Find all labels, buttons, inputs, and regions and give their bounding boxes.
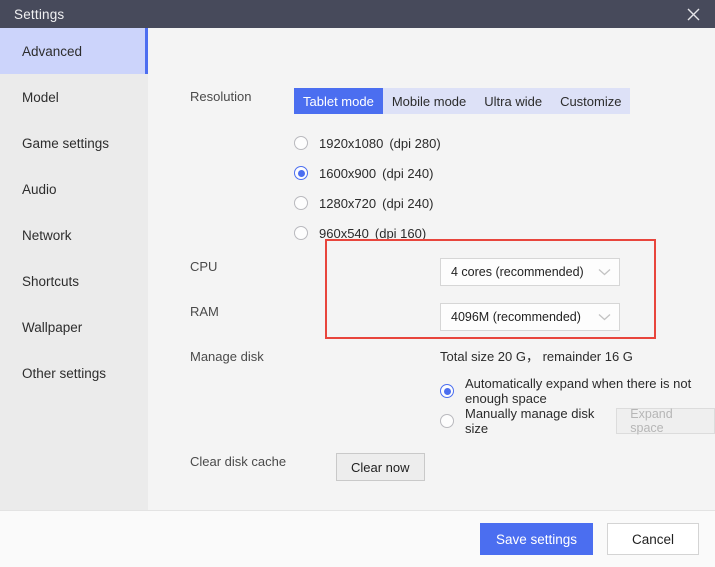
save-settings-button[interactable]: Save settings xyxy=(479,523,593,555)
sidebar-item-label: Shortcuts xyxy=(22,273,80,289)
resolution-option-1920x1080[interactable]: 1920x1080 (dpi 280) xyxy=(294,128,441,158)
close-icon xyxy=(687,8,700,21)
radio-icon xyxy=(294,196,308,210)
resolution-section: Resolution Tablet mode Mobile mode Ultra… xyxy=(190,88,705,114)
tab-tablet-mode[interactable]: Tablet mode xyxy=(294,88,383,114)
ram-select[interactable]: 4096M (recommended) xyxy=(440,303,620,331)
window-body: Advanced Model Game settings Audio Netwo… xyxy=(0,28,715,511)
sidebar-item-label: Audio xyxy=(22,181,57,197)
cpu-select[interactable]: 4 cores (recommended) xyxy=(440,258,620,286)
resolution-options: 1920x1080 (dpi 280) 1600x900 (dpi 240) 128… xyxy=(294,128,441,248)
sidebar-item-label: Advanced xyxy=(22,43,83,59)
sidebar-item-shortcuts[interactable]: Shortcuts xyxy=(0,258,148,304)
sidebar-item-model[interactable]: Model xyxy=(0,74,148,120)
resolution-option-1600x900[interactable]: 1600x900 (dpi 240) xyxy=(294,158,441,188)
sidebar-item-label: Model xyxy=(22,89,59,105)
tab-customize[interactable]: Customize xyxy=(551,88,630,114)
sidebar-item-game-settings[interactable]: Game settings xyxy=(0,120,148,166)
resolution-option-label: 1280x720 (dpi 240) xyxy=(319,195,434,211)
chevron-down-icon xyxy=(598,268,611,276)
sidebar: Advanced Model Game settings Audio Netwo… xyxy=(0,28,148,510)
radio-icon xyxy=(294,226,308,240)
resolution-option-label: 1920x1080 (dpi 280) xyxy=(319,135,441,151)
radio-icon-selected xyxy=(294,166,308,180)
sidebar-item-label: Other settings xyxy=(22,365,107,381)
resolution-mode-tabs: Tablet mode Mobile mode Ultra wide Custo… xyxy=(294,88,631,114)
chevron-down-icon xyxy=(598,313,611,321)
expand-space-button[interactable]: Expand space xyxy=(616,407,715,435)
clear-cache-section: Clear disk cache Clear now xyxy=(190,453,425,481)
settings-content: Resolution Tablet mode Mobile mode Ultra… xyxy=(148,28,715,510)
dialog-footer: Save settings Cancel xyxy=(0,511,715,567)
radio-icon xyxy=(440,414,454,428)
disk-option-label: Manually manage disk size xyxy=(465,406,595,436)
manage-disk-label: Manage disk xyxy=(190,349,264,364)
tab-ultra-wide[interactable]: Ultra wide xyxy=(475,88,551,114)
cpu-label: CPU xyxy=(190,259,218,274)
disk-size-text: Total size 20 G， remainder 16 G xyxy=(440,349,633,364)
clear-now-button[interactable]: Clear now xyxy=(336,453,425,481)
manage-disk-section: Manage disk Total size 20 G， remainder 1… xyxy=(190,348,715,436)
sidebar-item-label: Game settings xyxy=(22,135,110,151)
sidebar-item-label: Wallpaper xyxy=(22,319,83,335)
sidebar-item-advanced[interactable]: Advanced xyxy=(0,28,148,74)
resolution-option-label: 960x540 (dpi 160) xyxy=(319,225,427,241)
radio-icon-selected xyxy=(440,384,454,398)
cpu-select-value: 4 cores (recommended) xyxy=(451,265,584,279)
radio-icon xyxy=(294,136,308,150)
sidebar-item-other-settings[interactable]: Other settings xyxy=(0,350,148,396)
resolution-label: Resolution xyxy=(190,89,252,104)
title-bar: Settings xyxy=(0,0,715,28)
clear-cache-label: Clear disk cache xyxy=(190,454,287,469)
ram-label: RAM xyxy=(190,304,219,319)
cpu-section: CPU 4 cores (recommended) xyxy=(190,258,620,286)
tab-mobile-mode[interactable]: Mobile mode xyxy=(383,88,475,114)
disk-option-auto-expand[interactable]: Automatically expand when there is not e… xyxy=(440,376,715,406)
resolution-option-1280x720[interactable]: 1280x720 (dpi 240) xyxy=(294,188,441,218)
close-button[interactable] xyxy=(671,0,715,28)
sidebar-item-audio[interactable]: Audio xyxy=(0,166,148,212)
sidebar-item-wallpaper[interactable]: Wallpaper xyxy=(0,304,148,350)
cancel-button[interactable]: Cancel xyxy=(607,523,699,555)
resolution-option-960x540[interactable]: 960x540 (dpi 160) xyxy=(294,218,441,248)
settings-window: Settings Advanced Model Game settings Au… xyxy=(0,0,715,567)
ram-select-value: 4096M (recommended) xyxy=(451,310,581,324)
sidebar-item-label: Network xyxy=(22,227,72,243)
ram-section: RAM 4096M (recommended) xyxy=(190,303,620,331)
sidebar-item-network[interactable]: Network xyxy=(0,212,148,258)
manage-disk-body: Total size 20 G， remainder 16 G Automati… xyxy=(440,348,715,436)
disk-option-label: Automatically expand when there is not e… xyxy=(465,376,692,406)
disk-option-manual[interactable]: Manually manage disk size Expand space xyxy=(440,406,715,436)
window-title: Settings xyxy=(14,6,65,22)
resolution-option-label: 1600x900 (dpi 240) xyxy=(319,165,434,181)
